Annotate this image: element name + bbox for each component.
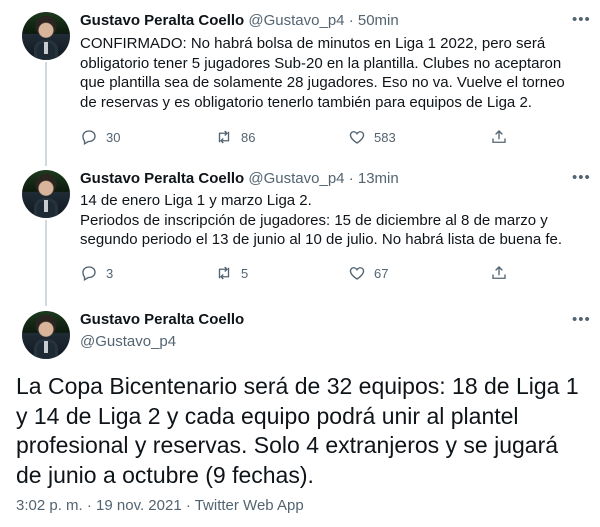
retweet-button[interactable]: 86 <box>215 128 255 146</box>
separator: · <box>348 170 354 187</box>
reply-count: 30 <box>106 129 121 145</box>
author-block: Gustavo Peralta Coello @Gustavo_p4 <box>80 310 244 352</box>
author-name[interactable]: Gustavo Peralta Coello <box>80 12 244 29</box>
share-icon <box>492 266 506 279</box>
like-count: 583 <box>374 129 396 145</box>
author-name[interactable]: Gustavo Peralta Coello <box>80 310 244 330</box>
author-handle[interactable]: @Gustavo_p4 <box>80 332 244 352</box>
tweet-text: CONFIRMADO: No habrá bolsa de minutos en… <box>80 35 565 111</box>
more-icon[interactable]: ••• <box>572 311 591 328</box>
like-button[interactable]: 583 <box>348 128 396 146</box>
tweet-actions: 30 86 583 <box>80 128 520 148</box>
share-button[interactable] <box>490 264 508 282</box>
author-handle[interactable]: @Gustavo_p4 <box>248 170 344 187</box>
retweet-count: 86 <box>241 129 256 145</box>
separator: · <box>348 12 354 29</box>
tweet-actions: 3 5 67 <box>80 264 520 284</box>
author-handle[interactable]: @Gustavo_p4 <box>248 12 344 29</box>
main-tweet-text: La Copa Bicentenario será de 32 equipos:… <box>16 373 579 488</box>
more-icon[interactable]: ••• <box>572 169 591 186</box>
retweet-count: 5 <box>241 265 249 281</box>
author-name[interactable]: Gustavo Peralta Coello <box>80 170 244 187</box>
tweet-header: Gustavo Peralta Coello @Gustavo_p4 · 13m… <box>80 169 399 189</box>
reply-count: 3 <box>106 265 114 281</box>
more-icon[interactable]: ••• <box>572 11 591 28</box>
like-icon <box>349 131 365 144</box>
like-button[interactable]: 67 <box>348 264 388 282</box>
reply-icon <box>82 130 96 145</box>
retweet-icon <box>218 130 230 144</box>
tweet-header: Gustavo Peralta Coello @Gustavo_p4 · 50m… <box>80 11 399 31</box>
tweet-time[interactable]: 13min <box>358 170 399 187</box>
share-icon <box>492 130 506 143</box>
avatar[interactable] <box>22 170 70 218</box>
reply-icon <box>82 266 96 281</box>
like-count: 67 <box>374 265 389 281</box>
like-icon <box>349 267 365 280</box>
retweet-button[interactable]: 5 <box>215 264 248 282</box>
thread-line <box>45 62 47 166</box>
tweet-text: 14 de enero Liga 1 y marzo Liga 2. Perio… <box>80 192 563 249</box>
tweet-timestamp[interactable]: 3:02 p. m. · 19 nov. 2021 · Twitter Web … <box>16 497 304 514</box>
avatar[interactable] <box>22 12 70 60</box>
reply-button[interactable]: 3 <box>80 264 113 282</box>
tweet-time[interactable]: 50min <box>358 12 399 29</box>
thread-line <box>45 220 47 306</box>
avatar[interactable] <box>22 311 70 359</box>
share-button[interactable] <box>490 128 508 146</box>
retweet-icon <box>218 266 230 280</box>
reply-button[interactable]: 30 <box>80 128 120 146</box>
